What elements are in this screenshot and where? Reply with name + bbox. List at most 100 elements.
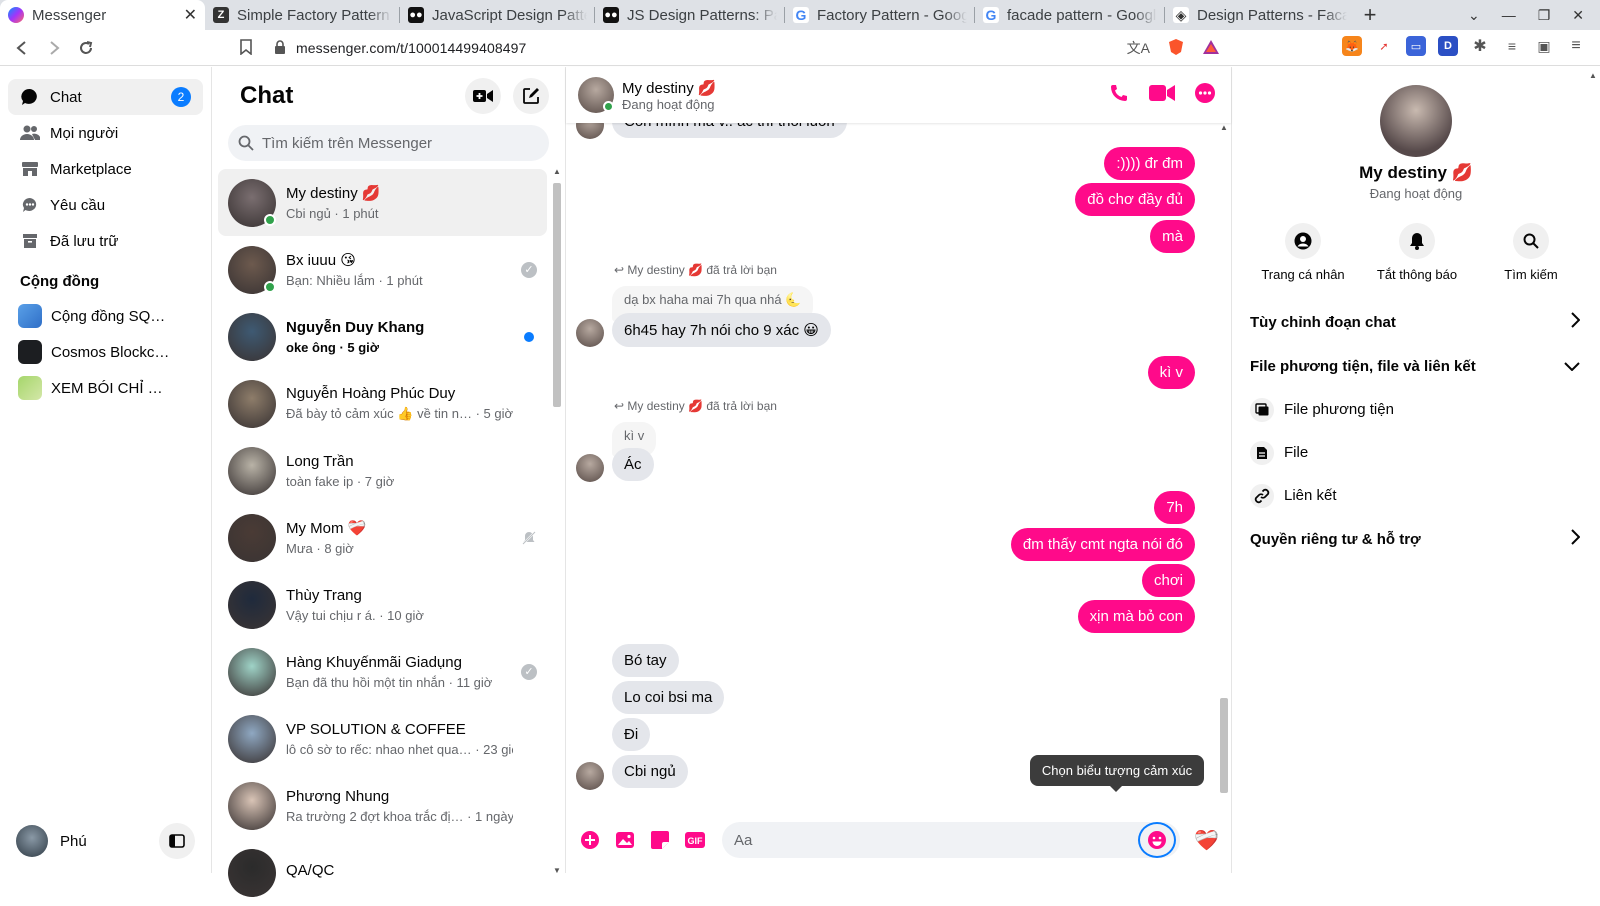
extension-icon[interactable]: D	[1438, 36, 1458, 56]
reload-icon[interactable]	[70, 40, 102, 56]
files-item[interactable]: File	[1244, 431, 1588, 474]
conversation-item[interactable]: Bx iuuu 😘 Bạn: Nhiều lắm · 1 phút ✓	[218, 236, 547, 303]
metamask-icon[interactable]: 🦊	[1342, 36, 1362, 56]
close-tab-icon[interactable]: ✕	[184, 5, 197, 25]
brave-rewards-icon[interactable]	[1202, 39, 1220, 58]
tab-search-icon[interactable]: ⌄	[1468, 7, 1480, 24]
message-out[interactable]: :)))) đr đm	[1104, 147, 1195, 180]
back-icon[interactable]	[6, 40, 38, 55]
store-icon	[20, 161, 40, 177]
conversation-item[interactable]: VP SOLUTION & COFFEE lô cô sờ to rếc: nha…	[218, 705, 547, 772]
message-out[interactable]: mà	[1150, 220, 1195, 253]
conversation-item[interactable]: Phương Nhung Ra trường 2 đợt khoa trắc đị…	[218, 772, 547, 839]
media-files-item[interactable]: File phương tiện	[1244, 388, 1588, 431]
message-input[interactable]: Aa Chọn biểu tượng cảm xúc	[722, 755, 1205, 858]
conversation-info-icon[interactable]	[1195, 83, 1215, 107]
message-out[interactable]: đồ chơ đầy đủ	[1075, 183, 1195, 216]
page-scrollbar[interactable]: ▲	[1586, 67, 1600, 873]
conversation-item[interactable]: Long Trần toàn fake ip · 7 giờ	[218, 437, 547, 504]
community-item[interactable]: Cộng đồng SQ…	[8, 298, 203, 334]
bookmark-icon[interactable]	[240, 38, 252, 58]
image-icon[interactable]	[613, 831, 637, 849]
conversation-item[interactable]: My destiny 💋 Cbi ngủ · 1 phút	[218, 169, 547, 236]
message-in[interactable]: 6h45 hay 7h nói cho 9 xác 😀	[612, 313, 831, 347]
message-in[interactable]: Bó tay	[612, 644, 679, 677]
conversation-name[interactable]: My destiny 💋	[622, 79, 717, 97]
chat-list-scrollbar[interactable]: ▲ ▼	[551, 167, 563, 875]
search-action[interactable]: Tìm kiếm	[1486, 223, 1576, 282]
profile-action[interactable]: Trang cá nhân	[1258, 223, 1348, 282]
more-actions-icon[interactable]	[578, 830, 602, 850]
heart-reaction-icon[interactable]: ❤️‍🩹	[1194, 828, 1219, 853]
browser-tab[interactable]: ◈ Design Patterns - Facad	[1165, 0, 1355, 30]
community-item[interactable]: Cosmos Blockc…	[8, 334, 203, 370]
links-item[interactable]: Liên kết	[1244, 474, 1588, 517]
wallet-icon[interactable]: ▣	[1534, 36, 1554, 56]
translate-icon[interactable]: 文A	[1127, 38, 1150, 58]
menu-icon[interactable]: ≡	[1566, 36, 1586, 56]
extension-icon[interactable]: ▭	[1406, 36, 1426, 56]
restore-icon[interactable]: ❐	[1538, 7, 1551, 24]
message-in[interactable]: Đi	[612, 718, 651, 751]
message-in[interactable]: Ác	[612, 448, 654, 481]
emoji-picker-button[interactable]	[1138, 822, 1177, 858]
nav-item-people[interactable]: Mọi người	[8, 115, 203, 151]
close-window-icon[interactable]: ✕	[1572, 7, 1584, 24]
gif-icon[interactable]: GIF	[683, 831, 707, 849]
video-call-icon[interactable]	[1149, 84, 1175, 106]
nav-label: Chat	[50, 88, 82, 106]
sidebar-toggle-button[interactable]	[159, 823, 195, 859]
omnibox[interactable]: messenger.com/t/100014499408497 文A	[240, 34, 1220, 62]
message-out[interactable]: đm thấy cmt ngta nói đó	[1010, 528, 1195, 561]
voice-call-icon[interactable]	[1109, 83, 1129, 107]
thread-scrollbar[interactable]: ▲	[1217, 123, 1231, 805]
search-action-label: Tìm kiếm	[1504, 267, 1558, 282]
avatar[interactable]	[1380, 85, 1452, 157]
extension-icon[interactable]: ➚	[1374, 36, 1394, 56]
conversation-item[interactable]: Thùy Trang Vậy tui chịu r á. · 10 giờ	[218, 571, 547, 638]
conversation-item[interactable]: Hàng Khuyếnmãi Giadụng Bạn đã thu hồi một…	[218, 638, 547, 705]
nav-item-marketplace[interactable]: Marketplace	[8, 151, 203, 187]
browser-tab[interactable]: Messenger ✕	[0, 0, 205, 30]
puzzle-icon[interactable]: ✱	[1470, 36, 1490, 56]
unread-badge: 2	[171, 87, 191, 107]
message-out[interactable]: xịn mà bỏ con	[1077, 600, 1195, 633]
nav-item-archived[interactable]: Đã lưu trữ	[8, 223, 203, 259]
message-out[interactable]: kì v	[1147, 356, 1195, 389]
community-item[interactable]: XEM BÓI CHỈ …	[8, 370, 203, 406]
message-thread: Con mình mà v.. ăc thì thôi luôn :)))) đ…	[566, 123, 1217, 803]
nav-item-requests[interactable]: Yêu cầu	[8, 187, 203, 223]
browser-tab[interactable]: ●● JS Design Patterns: Par	[595, 0, 785, 30]
conversation-item[interactable]: Nguyễn Hoàng Phúc Duy Đã bày tỏ cảm xúc 👍…	[218, 370, 547, 437]
message-out[interactable]: 7h	[1154, 491, 1195, 524]
message-in[interactable]: Lo coi bsi ma	[612, 681, 725, 714]
message-in[interactable]: Con mình mà v.. ăc thì thôi luôn	[612, 123, 847, 138]
browser-tab[interactable]: Z Simple Factory Pattern	[205, 0, 400, 30]
new-tab-button[interactable]: +	[1355, 0, 1385, 30]
avatar[interactable]	[578, 77, 614, 113]
chat-list-panel: Chat Tìm kiếm trên Messenger My destiny …	[212, 67, 566, 897]
media-files-links-section[interactable]: File phương tiện, file và liên kết	[1244, 344, 1588, 388]
customize-chat-section[interactable]: Tùy chỉnh đoạn chat	[1244, 300, 1588, 344]
lock-icon[interactable]	[274, 39, 286, 57]
message-out[interactable]: chơi	[1141, 564, 1195, 597]
browser-tab[interactable]: G facade pattern - Google	[975, 0, 1165, 30]
brave-shield-icon[interactable]	[1168, 38, 1184, 59]
browser-tab[interactable]: ●● JavaScript Design Patte	[400, 0, 595, 30]
browser-tab[interactable]: G Factory Pattern - Google	[785, 0, 975, 30]
minimize-icon[interactable]: —	[1502, 7, 1516, 23]
current-user[interactable]: Phú	[16, 823, 195, 859]
privacy-support-section[interactable]: Quyền riêng tư & hỗ trợ	[1244, 517, 1588, 561]
conversation-item[interactable]: Nguyễn Duy Khang oke ông · 5 giờ	[218, 303, 547, 370]
new-message-button[interactable]	[513, 78, 549, 114]
sticker-icon[interactable]	[648, 830, 672, 850]
message-in[interactable]: Cbi ngủ	[612, 755, 688, 788]
search-input[interactable]: Tìm kiếm trên Messenger	[228, 125, 549, 161]
new-video-room-button[interactable]	[465, 78, 501, 114]
forward-icon[interactable]	[38, 40, 70, 55]
mute-action[interactable]: Tắt thông báo	[1372, 223, 1462, 282]
conversation-item[interactable]: My Mom ❤️‍🩹 Mưa · 8 giờ	[218, 504, 547, 571]
tab-label: JavaScript Design Patte	[432, 6, 587, 24]
nav-item-chat[interactable]: Chat 2	[8, 79, 203, 115]
playlist-icon[interactable]: ≡	[1502, 36, 1522, 56]
